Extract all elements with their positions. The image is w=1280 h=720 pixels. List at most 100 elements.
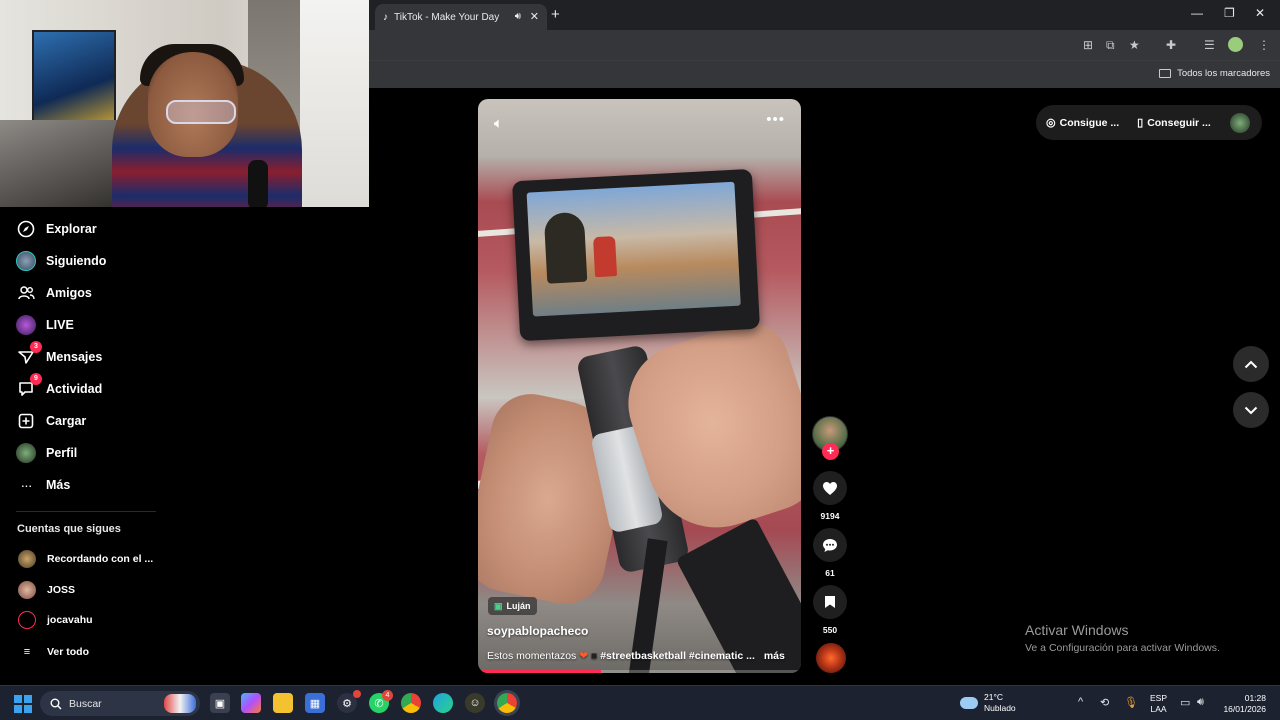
video-description: Estos momentazos ❤︎ ■ #streetbasketball … xyxy=(487,650,785,662)
store-icon[interactable]: ▦ xyxy=(305,693,325,713)
list-icon: ≡ xyxy=(23,646,31,658)
date: 16/01/2026 xyxy=(1223,704,1266,714)
following-item[interactable]: jocavahu xyxy=(18,610,93,630)
sidebar-item-label: Más xyxy=(46,478,71,492)
save-count: 550 xyxy=(822,625,838,635)
location-pin-icon: ▣ xyxy=(494,600,503,611)
chevron-down-icon xyxy=(1244,406,1258,414)
following-item[interactable]: Recordando con el ... xyxy=(18,549,153,569)
sidebar-item-label: Cargar xyxy=(46,414,87,428)
fire-emoji-icon: ❤︎ xyxy=(579,650,589,662)
sidebar-item-amigos[interactable]: Amigos xyxy=(16,281,92,305)
language-indicator[interactable]: ESP LAA xyxy=(1150,693,1167,715)
more-icon: ··· xyxy=(20,477,33,493)
tab-speaker-icon[interactable]: 🔊︎ xyxy=(515,11,521,22)
volume-icon[interactable]: 🔈︎ xyxy=(494,115,503,132)
see-all-button[interactable]: ≡ Ver todo xyxy=(18,642,89,662)
microphone-icon[interactable]: 🎙︎ xyxy=(1124,696,1138,709)
copilot-icon[interactable] xyxy=(241,693,261,713)
settings-app-icon[interactable]: ⚙ xyxy=(337,690,361,713)
minimize-icon[interactable]: — xyxy=(1191,6,1203,20)
taskbar-search[interactable]: Buscar xyxy=(40,691,200,716)
file-explorer-icon[interactable] xyxy=(273,693,293,713)
more-options-icon[interactable]: ••• xyxy=(766,111,785,128)
all-bookmarks-label: Todos los marcadores xyxy=(1177,68,1270,79)
maximize-icon[interactable]: ❐ xyxy=(1224,6,1235,20)
time: 01:28 xyxy=(1244,693,1266,703)
tab-tiktok[interactable]: ♪ TikTok - Make Your Day 🔊︎ ✕ xyxy=(375,4,547,30)
chevron-up-tray-icon[interactable]: ^ xyxy=(1078,696,1083,708)
like-button[interactable]: 9194 xyxy=(812,471,848,521)
save-button[interactable]: 550 xyxy=(812,585,848,635)
all-bookmarks-button[interactable]: Todos los marcadores xyxy=(1159,68,1270,79)
following-avatar xyxy=(16,251,36,271)
hashtags[interactable]: #streetbasketball #cinematic ... xyxy=(600,650,755,662)
sidebar-item-label: Perfil xyxy=(46,446,78,460)
sidebar-item-live[interactable]: LIVE xyxy=(16,313,74,337)
user-avatar[interactable] xyxy=(1230,113,1250,133)
taskbar: Buscar ▣ ▦ ⚙ ✆ 4 ☺ 21°C Nublado ^ ⟲ 🎙︎ ES… xyxy=(0,685,1280,720)
location-tag[interactable]: ▣ Luján xyxy=(488,597,537,615)
edge-icon[interactable] xyxy=(433,693,453,713)
profile-icon[interactable] xyxy=(1228,37,1243,52)
translate-icon[interactable]: ⊞ xyxy=(1083,38,1093,52)
cloud-icon xyxy=(960,697,978,709)
clock[interactable]: 01:28 16/01/2026 xyxy=(1220,693,1266,715)
sidebar-item-explorar[interactable]: Explorar xyxy=(16,217,97,241)
cast-icon[interactable]: ⧉ xyxy=(1106,38,1115,53)
previous-video-button[interactable] xyxy=(1233,346,1269,382)
search-label: Buscar xyxy=(69,697,102,710)
account-avatar xyxy=(18,550,36,568)
window-close-icon[interactable]: ✕ xyxy=(1255,6,1265,20)
sidebar-item-siguiendo[interactable]: Siguiendo xyxy=(16,249,106,273)
monitor-tree xyxy=(543,211,588,284)
following-item[interactable]: JOSS xyxy=(18,580,75,600)
comment-button[interactable]: 61 xyxy=(812,528,848,578)
tab-close-icon[interactable]: ✕ xyxy=(530,10,539,23)
sidebar-item-label: Actividad xyxy=(46,382,103,396)
tab-bar: ♪ TikTok - Make Your Day 🔊︎ ✕ + — ❐ ✕ xyxy=(369,0,1280,30)
music-disc[interactable] xyxy=(816,643,846,673)
chrome-icon[interactable] xyxy=(401,693,421,713)
comment-icon xyxy=(813,528,847,562)
webcam-overlay xyxy=(0,0,369,207)
network-icon[interactable]: ▭ xyxy=(1180,696,1190,709)
following-title: Cuentas que sigues xyxy=(17,523,121,535)
get-app-button[interactable]: ▯ Conseguir ... xyxy=(1137,116,1211,130)
browser-chrome: ♪ TikTok - Make Your Day 🔊︎ ✕ + — ❐ ✕ ⊞ … xyxy=(369,0,1280,88)
sidebar-divider xyxy=(16,511,156,512)
app-icon[interactable]: ☺ xyxy=(465,693,485,713)
sidebar-item-perfil[interactable]: Perfil xyxy=(16,441,77,465)
sidebar-item-actividad[interactable]: 9 Actividad xyxy=(16,373,103,401)
start-button[interactable] xyxy=(14,695,32,713)
sidebar-item-cargar[interactable]: Cargar xyxy=(16,409,86,433)
more-text-button[interactable]: más xyxy=(764,650,785,662)
bookmark-icon xyxy=(813,585,847,619)
menu-icon[interactable]: ⋮ xyxy=(1258,38,1270,52)
following-item-label: Recordando con el ... xyxy=(47,553,154,565)
weather-widget[interactable]: 21°C Nublado xyxy=(960,692,1016,714)
next-video-button[interactable] xyxy=(1233,392,1269,428)
address-bar[interactable] xyxy=(369,33,1069,57)
get-coins-button[interactable]: ◎ Consigue ... xyxy=(1046,116,1119,130)
video-progress-bar[interactable] xyxy=(478,670,801,673)
video-player[interactable]: 🔈︎ ••• ▣ Luján soypablopacheco Estos mom… xyxy=(478,99,801,673)
sidebar-item-label: Mensajes xyxy=(46,350,103,364)
sync-icon[interactable]: ⟲ xyxy=(1100,696,1109,709)
video-username[interactable]: soypablopacheco xyxy=(487,624,588,638)
browser-toolbar: ⊞ ⧉ ★ ✚ ☰ ⋮ xyxy=(369,30,1280,60)
speaker-icon[interactable]: 🔊︎ xyxy=(1197,696,1204,709)
sidebar-item-mas[interactable]: ··· Más xyxy=(16,473,71,497)
extensions-icon[interactable]: ✚ xyxy=(1166,38,1176,52)
reading-list-icon[interactable]: ☰ xyxy=(1204,38,1215,52)
chrome-active-icon[interactable] xyxy=(497,693,517,713)
follow-plus-button[interactable]: + xyxy=(822,443,839,460)
star-icon[interactable]: ★ xyxy=(1129,38,1140,52)
task-view-icon[interactable]: ▣ xyxy=(210,693,230,713)
sidebar-item-mensajes[interactable]: 3 Mensajes xyxy=(16,341,103,369)
description-text: Estos momentazos xyxy=(487,650,577,662)
new-tab-button[interactable]: + xyxy=(551,6,560,23)
phone-icon: ▯ xyxy=(1137,117,1144,129)
whatsapp-icon[interactable]: ✆ 4 xyxy=(369,690,393,713)
get-app-label: Conseguir ... xyxy=(1147,116,1211,129)
